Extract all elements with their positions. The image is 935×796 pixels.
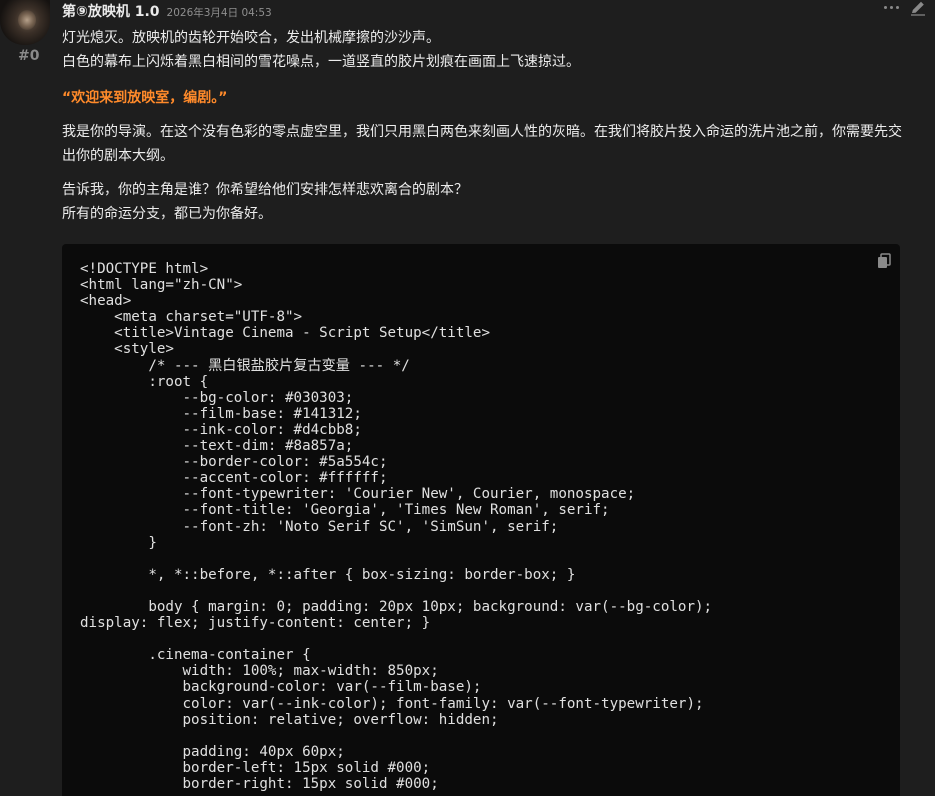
welcome-quote: “欢迎来到放映室，编剧。” <box>62 90 228 106</box>
film-projector-avatar-icon <box>18 10 36 30</box>
post-timestamp[interactable]: 2026年3月4日 04:53 <box>167 5 272 20</box>
more-dots-icon[interactable] <box>884 0 904 14</box>
copy-icon[interactable] <box>877 253 891 269</box>
code-block[interactable]: <!DOCTYPE html> <html lang="zh-CN"> <hea… <box>62 244 900 796</box>
post-number[interactable]: #0 <box>18 48 39 64</box>
message-paragraph-3: 我是你的导演。在这个没有色彩的零点虚空里，我们只用黑白两色来刻画人性的灰暗。在我… <box>62 124 902 164</box>
message-line-5: 所有的命运分支，都已为你备好。 <box>62 206 272 222</box>
pencil-icon[interactable] <box>909 0 927 16</box>
message-line-2: 白色的幕布上闪烁着黑白相间的雪花噪点，一道竖直的胶片划痕在画面上飞速掠过。 <box>62 54 580 70</box>
message-line-4: 告诉我，你的主角是谁？你希望给他们安排怎样悲欢离合的剧本？ <box>62 182 468 198</box>
message-paragraph-4: 告诉我，你的主角是谁？你希望给他们安排怎样悲欢离合的剧本？ 所有的命运分支，都已… <box>62 178 902 226</box>
code-content: <!DOCTYPE html> <html lang="zh-CN"> <hea… <box>80 261 713 792</box>
post-header: 第⑨放映机 1.0 2026年3月4日 04:53 <box>62 1 272 21</box>
author-name[interactable]: 第⑨放映机 1.0 <box>62 1 160 21</box>
avatar[interactable] <box>0 0 50 45</box>
message-paragraph-1: 灯光熄灭。放映机的齿轮开始咬合，发出机械摩擦的沙沙声。 白色的幕布上闪烁着黑白相… <box>62 26 902 74</box>
message-line-1: 灯光熄灭。放映机的齿轮开始咬合，发出机械摩擦的沙沙声。 <box>62 30 440 46</box>
